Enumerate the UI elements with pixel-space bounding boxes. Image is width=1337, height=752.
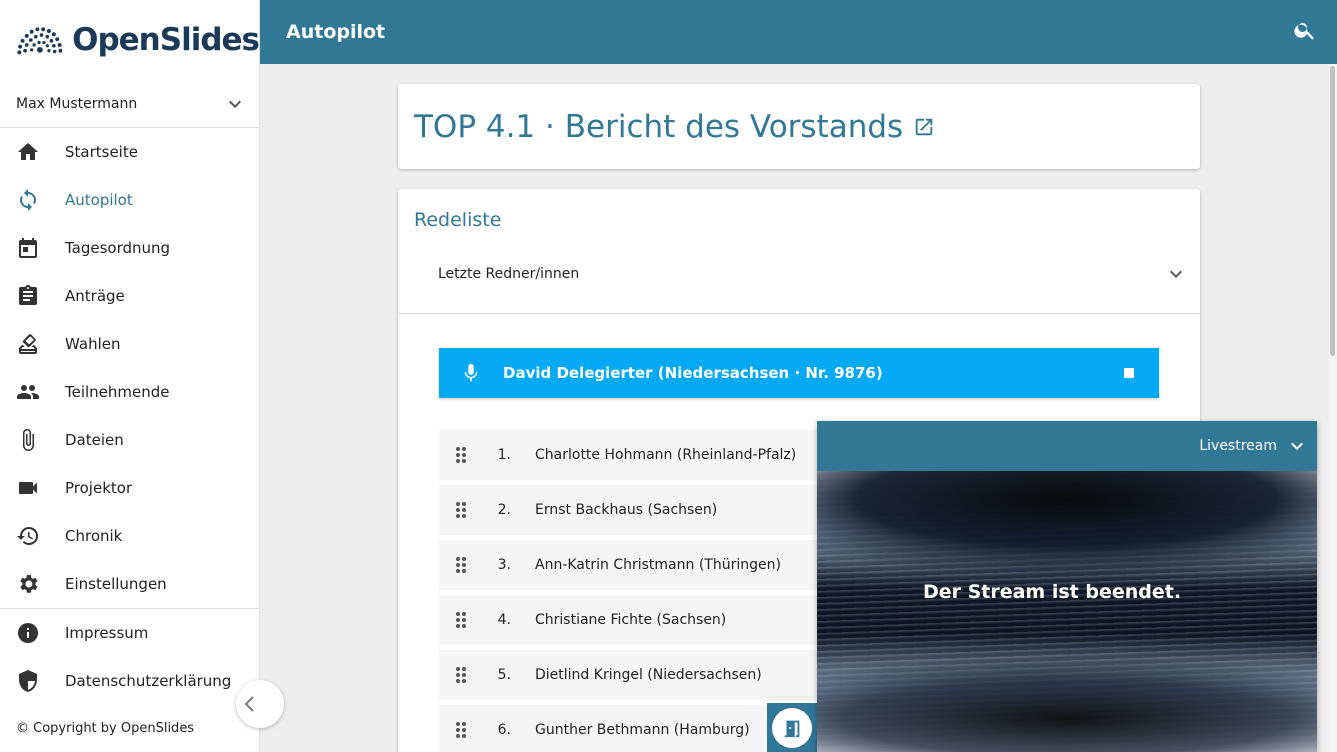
drag-handle-icon[interactable]: [439, 720, 483, 740]
parliament-logo-icon: [17, 27, 63, 55]
sidebar-item-dateien[interactable]: Dateien: [0, 416, 259, 464]
app-header: Autopilot: [260, 0, 1337, 64]
livestream-panel: Livestream Der Stream ist beendet.: [817, 421, 1317, 752]
history-icon: [16, 524, 40, 548]
speaker-position: 3.: [497, 557, 511, 573]
last-speakers-label: Letzte Redner/innen: [438, 266, 580, 282]
app-logo[interactable]: OpenSlides: [0, 0, 260, 80]
stream-ended-message: Der Stream ist beendet.: [922, 581, 1182, 603]
current-speaker: David Delegierter (Niedersachsen · Nr. 9…: [439, 348, 1159, 398]
sidebar-item-label: Projektor: [65, 479, 133, 497]
sidebar-item-label: Dateien: [65, 431, 124, 449]
sidebar-item-chronik[interactable]: Chronik: [0, 512, 259, 560]
current-speaker-name: David Delegierter (Niedersachsen · Nr. 9…: [503, 364, 883, 382]
speaker-position: 2.: [497, 502, 511, 518]
autopilot-icon: [16, 188, 40, 212]
sidebar: OpenSlides Max Mustermann Startseite Aut…: [0, 0, 260, 752]
drag-handle-icon[interactable]: [439, 445, 483, 465]
user-menu[interactable]: Max Mustermann: [0, 80, 259, 128]
sidebar-item-label: Anträge: [65, 287, 125, 305]
livestream-header[interactable]: Livestream: [817, 421, 1317, 471]
speaker-position: 5.: [497, 667, 511, 683]
user-name: Max Mustermann: [16, 95, 138, 112]
sidebar-item-antraege[interactable]: Anträge: [0, 272, 259, 320]
chevron-down-icon: [1170, 270, 1182, 278]
assignment-icon: [16, 284, 40, 308]
collapse-sidebar-button[interactable]: [236, 680, 284, 728]
page-title: Autopilot: [286, 21, 386, 43]
sidebar-item-label: Teilnehmende: [65, 383, 170, 401]
sidebar-item-label: Startseite: [65, 143, 138, 161]
speaker-list-heading: Redeliste: [414, 209, 502, 231]
leave-room-button[interactable]: [767, 703, 817, 752]
door-icon: [772, 707, 812, 748]
mic-icon: [439, 362, 503, 384]
videocam-icon: [16, 476, 40, 500]
sidebar-item-label: Autopilot: [65, 191, 133, 209]
sidebar-item-label: Chronik: [65, 527, 123, 545]
last-speakers-expander[interactable]: Letzte Redner/innen: [438, 261, 1188, 287]
search-icon: [1294, 23, 1314, 40]
sidebar-item-startseite[interactable]: Startseite: [0, 128, 259, 176]
app-name: OpenSlides: [72, 22, 260, 58]
sidebar-item-teilnehmende[interactable]: Teilnehmende: [0, 368, 259, 416]
sidebar-item-tagesordnung[interactable]: Tagesordnung: [0, 224, 259, 272]
sidebar-item-label: Tagesordnung: [65, 239, 171, 257]
drag-handle-icon[interactable]: [439, 555, 483, 575]
drag-handle-icon[interactable]: [439, 665, 483, 685]
agenda-title-card: TOP 4.1 · Bericht des Vorstands: [398, 84, 1200, 169]
sidebar-item-label: Impressum: [65, 624, 149, 642]
copyright-text: © Copyright by OpenSlides: [16, 721, 195, 736]
chevron-left-icon: [244, 696, 254, 712]
scrollbar-thumb[interactable]: [1330, 66, 1335, 356]
speaker-position: 6.: [497, 722, 511, 738]
stop-icon: [1124, 368, 1134, 378]
ballot-icon: [16, 332, 40, 356]
sidebar-item-impressum[interactable]: Impressum: [0, 609, 259, 657]
chevron-down-icon: [229, 100, 241, 108]
chevron-down-icon: [1291, 442, 1303, 450]
shield-icon: [16, 669, 40, 693]
drag-handle-icon[interactable]: [439, 610, 483, 630]
sidebar-item-datenschutz[interactable]: Datenschutzerklärung: [0, 657, 259, 705]
drag-handle-icon[interactable]: [439, 500, 483, 520]
open-in-new-icon[interactable]: [913, 116, 935, 138]
search-button[interactable]: [1293, 18, 1317, 46]
livestream-label: Livestream: [1199, 438, 1277, 454]
sidebar-item-label: Wahlen: [65, 335, 121, 353]
stop-speech-button[interactable]: [1099, 367, 1159, 379]
home-icon: [16, 140, 40, 164]
livestream-video[interactable]: Der Stream ist beendet.: [817, 471, 1317, 752]
gear-icon: [16, 572, 40, 596]
divider: [398, 313, 1200, 314]
speaker-position: 4.: [497, 612, 511, 628]
sidebar-item-label: Datenschutzerklärung: [65, 672, 232, 690]
agenda-item-title[interactable]: TOP 4.1 · Bericht des Vorstands: [414, 109, 903, 145]
info-icon: [16, 621, 40, 645]
sidebar-item-einstellungen[interactable]: Einstellungen: [0, 560, 259, 608]
sidebar-item-projektor[interactable]: Projektor: [0, 464, 259, 512]
calendar-icon: [16, 236, 40, 260]
speaker-position: 1.: [497, 447, 511, 463]
people-icon: [16, 380, 40, 404]
sidebar-item-label: Einstellungen: [65, 575, 167, 593]
sidebar-item-wahlen[interactable]: Wahlen: [0, 320, 259, 368]
sidebar-item-autopilot[interactable]: Autopilot: [0, 176, 259, 224]
attachment-icon: [16, 428, 40, 452]
